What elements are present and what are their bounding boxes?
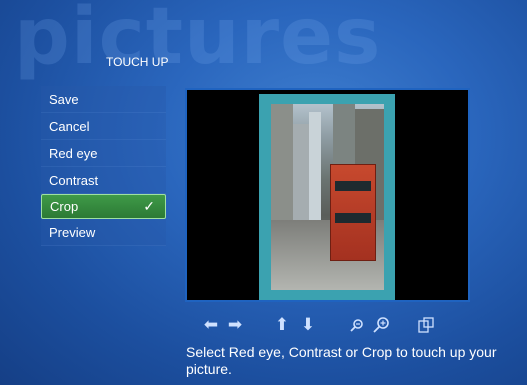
instruction-caption: Select Red eye, Contrast or Crop to touc… xyxy=(186,344,497,377)
menu-item-label: Crop xyxy=(50,199,79,214)
photo-tram-window xyxy=(335,213,371,223)
crop-frame[interactable] xyxy=(259,94,395,300)
photo xyxy=(271,104,384,290)
photo-tram-window xyxy=(335,181,371,191)
touch-up-menu: Save Cancel Red eye Contrast Crop ✓ Prev… xyxy=(41,86,166,246)
menu-item-preview[interactable]: Preview xyxy=(41,219,166,246)
menu-item-label: Cancel xyxy=(49,119,90,134)
menu-item-red-eye[interactable]: Red eye xyxy=(41,140,166,167)
menu-item-save[interactable]: Save xyxy=(41,86,166,113)
section-title: TOUCH UP xyxy=(106,55,169,69)
menu-item-label: Red eye xyxy=(49,146,98,161)
menu-item-contrast[interactable]: Contrast xyxy=(41,167,166,194)
menu-item-cancel[interactable]: Cancel xyxy=(41,113,166,140)
arrow-left-icon[interactable]: ⬅ xyxy=(201,315,221,335)
arrow-up-icon[interactable]: ⬆ xyxy=(272,315,292,335)
background-watermark: pictures xyxy=(14,0,382,82)
crop-frame-icon[interactable] xyxy=(416,315,436,335)
menu-item-label: Preview xyxy=(49,225,96,240)
arrow-down-icon[interactable]: ⬇ xyxy=(298,315,318,335)
photo-tram xyxy=(330,164,376,261)
menu-item-label: Contrast xyxy=(49,173,99,188)
check-icon: ✓ xyxy=(143,198,155,214)
zoom-out-icon[interactable] xyxy=(347,315,367,335)
photo-building xyxy=(309,112,321,222)
zoom-in-icon[interactable] xyxy=(371,315,391,335)
menu-item-label: Save xyxy=(49,92,79,107)
menu-item-crop[interactable]: Crop ✓ xyxy=(41,194,166,219)
arrow-right-icon[interactable]: ➡ xyxy=(225,315,245,335)
picture-viewer xyxy=(185,88,470,302)
